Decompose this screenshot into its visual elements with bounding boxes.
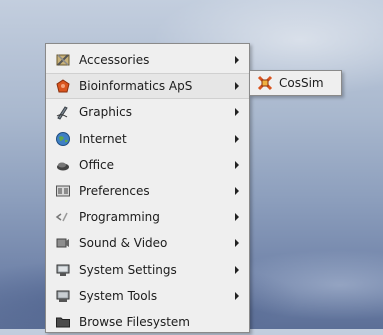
chevron-right-icon: [235, 239, 239, 248]
menu-item-programming[interactable]: Programming: [46, 204, 249, 230]
menu-item-internet[interactable]: Internet: [46, 126, 249, 152]
menu-item-browse-filesystem[interactable]: Browse Filesystem: [46, 309, 249, 335]
sound-video-icon: [55, 235, 71, 251]
menu-item-label: Browse Filesystem: [79, 314, 190, 329]
preferences-icon: [55, 183, 71, 199]
menu-item-sound-video[interactable]: Sound & Video: [46, 230, 249, 256]
chevron-right-icon: [235, 160, 239, 169]
menu-item-accessories[interactable]: Accessories: [46, 47, 249, 73]
chevron-right-icon: [235, 213, 239, 222]
menu-item-label: Preferences: [79, 184, 150, 199]
menu-item-label: Internet: [79, 131, 127, 146]
internet-icon: [55, 131, 71, 147]
submenu-item-cossim[interactable]: CosSim: [250, 71, 341, 95]
menu-item-label: System Settings: [79, 262, 177, 277]
chevron-right-icon: [235, 291, 239, 300]
menu-item-label: Sound & Video: [79, 236, 168, 251]
menu-item-system-tools[interactable]: System Tools: [46, 283, 249, 309]
chevron-right-icon: [235, 108, 239, 117]
applications-menu: Accessories Bioinformatics ApS Graphics: [45, 43, 250, 333]
menu-item-preferences[interactable]: Preferences: [46, 178, 249, 204]
cossim-icon: [257, 75, 273, 91]
menu-item-bioinformatics[interactable]: Bioinformatics ApS: [46, 73, 249, 100]
menu-item-label: Office: [79, 157, 115, 172]
office-icon: [55, 157, 71, 173]
menu-item-graphics[interactable]: Graphics: [46, 99, 249, 125]
chevron-right-icon: [235, 265, 239, 274]
menu-item-label: Programming: [79, 210, 160, 225]
menu-item-label: Graphics: [79, 105, 132, 120]
chevron-right-icon: [235, 56, 239, 65]
bioinformatics-icon: [55, 78, 71, 94]
system-tools-icon: [55, 288, 71, 304]
folder-icon: [55, 314, 71, 330]
system-settings-icon: [55, 262, 71, 278]
graphics-icon: [55, 104, 71, 121]
menu-item-office[interactable]: Office: [46, 152, 249, 178]
accessories-icon: [55, 52, 71, 68]
bioinformatics-submenu: CosSim: [249, 70, 342, 96]
menu-item-system-settings[interactable]: System Settings: [46, 257, 249, 283]
menu-item-label: System Tools: [79, 288, 158, 303]
submenu-item-label: CosSim: [279, 76, 324, 90]
chevron-right-icon: [235, 82, 239, 91]
menu-item-label: Accessories: [79, 53, 150, 68]
chevron-right-icon: [235, 187, 239, 196]
chevron-right-icon: [235, 134, 239, 143]
menu-item-label: Bioinformatics ApS: [79, 79, 193, 94]
programming-icon: [55, 209, 71, 225]
